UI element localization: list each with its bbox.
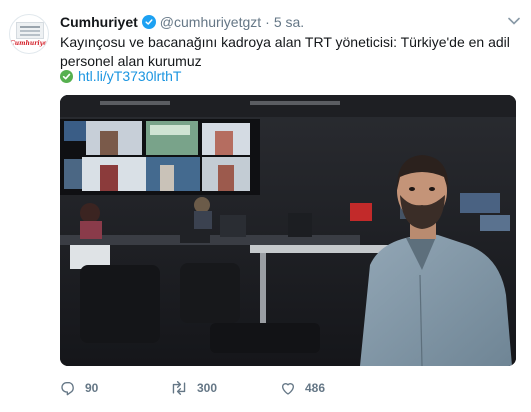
newspaper-logo-icon xyxy=(16,22,44,39)
tweet[interactable]: Cumhuriyet Cumhuriyet @cumhuriyetgzt · 5… xyxy=(0,0,531,412)
like-heart-icon xyxy=(282,383,294,395)
verified-badge-icon xyxy=(141,15,156,29)
tweet-text: Kayınçosu ve bacanağını kadroya alan TRT… xyxy=(60,34,510,69)
retweet-count: 300 xyxy=(197,381,218,395)
separator-dot: · xyxy=(265,14,270,30)
timestamp[interactable]: 5 sa. xyxy=(274,14,304,30)
retweet-icon xyxy=(172,381,186,395)
retweet-button[interactable]: 300 xyxy=(170,380,280,396)
user-handle[interactable]: @cumhuriyetgzt xyxy=(160,14,261,30)
tweet-link[interactable]: htl.li/yT3730lrthT xyxy=(78,68,181,84)
link-row: htl.li/yT3730lrthT xyxy=(60,68,181,84)
reply-button[interactable]: 90 xyxy=(60,380,170,396)
avatar[interactable]: Cumhuriyet xyxy=(9,14,49,54)
check-circle-icon xyxy=(60,69,73,83)
tweet-actions: 90 300 486 xyxy=(60,380,380,396)
newsroom-photo xyxy=(60,95,516,366)
tweet-photo[interactable] xyxy=(60,95,516,366)
like-button[interactable]: 486 xyxy=(280,380,380,396)
tweet-header: Cumhuriyet @cumhuriyetgzt · 5 sa. xyxy=(60,13,304,31)
reply-count: 90 xyxy=(85,381,99,395)
like-count: 486 xyxy=(305,381,326,395)
reply-icon xyxy=(61,382,74,396)
chevron-down-icon[interactable] xyxy=(507,14,521,28)
avatar-brand: Cumhuriyet xyxy=(10,40,49,47)
display-name[interactable]: Cumhuriyet xyxy=(60,14,138,30)
